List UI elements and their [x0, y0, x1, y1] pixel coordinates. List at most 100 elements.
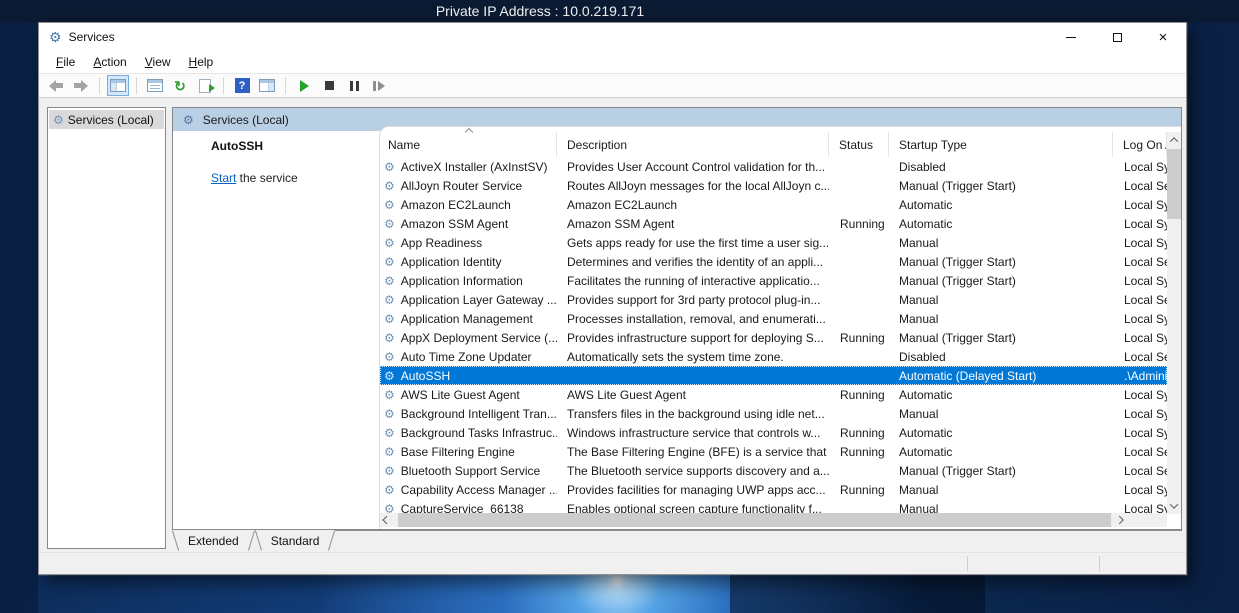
column-header-status[interactable]: Status	[829, 132, 889, 157]
service-name-cell: ⚙ Bluetooth Support Service	[380, 464, 557, 478]
scroll-up-button[interactable]	[1167, 132, 1181, 148]
service-row[interactable]: ⚙ Capability Access Manager ... Provides…	[380, 480, 1167, 499]
minimize-button[interactable]	[1048, 23, 1094, 51]
service-name-cell: ⚙ Background Tasks Infrastruc...	[380, 426, 557, 440]
pause-service-button[interactable]	[343, 75, 365, 96]
stop-icon	[325, 81, 334, 90]
private-ip-label: Private IP Address : 10.0.219.171	[436, 3, 644, 19]
start-service-button[interactable]	[293, 75, 315, 96]
service-log-on-as: Local Sys	[1113, 407, 1167, 421]
close-button[interactable]: ×	[1140, 23, 1186, 51]
horizontal-scrollbar-thumb[interactable]	[398, 513, 1111, 527]
menu-help[interactable]: Help	[180, 52, 223, 72]
column-header-name[interactable]: Name	[380, 132, 557, 157]
service-gear-icon: ⚙	[384, 370, 395, 382]
scroll-left-button[interactable]	[380, 513, 396, 527]
service-row[interactable]: ⚙ CaptureService_66138 Enables optional …	[380, 499, 1167, 514]
service-row[interactable]: ⚙ Background Intelligent Tran... Transfe…	[380, 404, 1167, 423]
refresh-button[interactable]: ↻	[169, 75, 191, 96]
service-name-cell: ⚙ AutoSSH	[380, 369, 557, 383]
service-row[interactable]: ⚙ Amazon EC2Launch Amazon EC2Launch Auto…	[380, 195, 1167, 214]
service-gear-icon: ⚙	[384, 332, 395, 344]
service-log-on-as: Local Sys	[1113, 198, 1167, 212]
service-row[interactable]: ⚙ Application Layer Gateway ... Provides…	[380, 290, 1167, 309]
status-bar	[39, 552, 1186, 574]
service-log-on-as: Local Ser	[1113, 293, 1167, 307]
console-tree-icon	[110, 79, 126, 92]
show-console-tree-button[interactable]	[107, 75, 129, 96]
service-row[interactable]: ⚙ Auto Time Zone Updater Automatically s…	[380, 347, 1167, 366]
window-controls: ×	[1048, 23, 1186, 51]
service-gear-icon: ⚙	[384, 465, 395, 477]
vertical-scrollbar[interactable]	[1167, 132, 1181, 514]
service-name: Amazon EC2Launch	[401, 198, 511, 212]
service-name-cell: ⚙ Amazon SSM Agent	[380, 217, 557, 231]
service-log-on-as: Local Ser	[1113, 255, 1167, 269]
service-row[interactable]: ⚙ Base Filtering Engine The Base Filteri…	[380, 442, 1167, 461]
service-description: Amazon EC2Launch	[557, 198, 829, 212]
export-list-button[interactable]	[194, 75, 216, 96]
properties-button[interactable]	[144, 75, 166, 96]
service-description: The Bluetooth service supports discovery…	[557, 464, 829, 478]
scroll-down-button[interactable]	[1167, 498, 1181, 514]
stop-service-button[interactable]	[318, 75, 340, 96]
tab-extended[interactable]: Extended	[172, 530, 255, 552]
service-name: AutoSSH	[401, 369, 450, 383]
service-description: Routes AllJoyn messages for the local Al…	[557, 179, 829, 193]
service-gear-icon: ⚙	[384, 389, 395, 401]
forward-button[interactable]	[70, 75, 92, 96]
title-bar: ⚙ Services ×	[39, 23, 1186, 51]
service-name: Base Filtering Engine	[401, 445, 515, 459]
service-row[interactable]: ⚙ Application Identity Determines and ve…	[380, 252, 1167, 271]
menu-action[interactable]: Action	[84, 52, 135, 72]
service-gear-icon: ⚙	[384, 161, 395, 173]
column-header-description[interactable]: Description	[557, 132, 829, 157]
show-action-pane-button[interactable]	[256, 75, 278, 96]
vertical-scrollbar-thumb[interactable]	[1167, 149, 1181, 219]
service-name-cell: ⚙ Auto Time Zone Updater	[380, 350, 557, 364]
service-row[interactable]: ⚙ AWS Lite Guest Agent AWS Lite Guest Ag…	[380, 385, 1167, 404]
service-name: Capability Access Manager ...	[401, 483, 557, 497]
service-row[interactable]: ⚙ Background Tasks Infrastruc... Windows…	[380, 423, 1167, 442]
tab-standard[interactable]: Standard	[255, 530, 336, 552]
column-header-log-on-as[interactable]: Log On A	[1113, 132, 1167, 157]
menu-file[interactable]: File	[47, 52, 84, 72]
status-bar-separator	[967, 556, 968, 571]
start-service-link[interactable]: Start	[211, 171, 236, 185]
column-header-startup-type[interactable]: Startup Type	[889, 132, 1113, 157]
menu-bar: File Action View Help	[39, 51, 1186, 73]
forward-arrow-icon	[74, 80, 88, 92]
service-row[interactable]: ⚙ Amazon SSM Agent Amazon SSM Agent Runn…	[380, 214, 1167, 233]
help-button[interactable]: ?	[231, 75, 253, 96]
scroll-right-button[interactable]	[1113, 513, 1129, 527]
service-row[interactable]: ⚙ Application Management Processes insta…	[380, 309, 1167, 328]
back-button[interactable]	[45, 75, 67, 96]
service-gear-icon: ⚙	[384, 408, 395, 420]
chevron-up-icon	[1170, 137, 1178, 145]
service-description: Windows infrastructure service that cont…	[557, 426, 829, 440]
pause-icon	[350, 81, 359, 91]
service-row[interactable]: ⚙ ActiveX Installer (AxInstSV) Provides …	[380, 157, 1167, 176]
tree-item-services-local[interactable]: ⚙ Services (Local)	[49, 110, 164, 129]
service-log-on-as: .\Adminis	[1113, 369, 1167, 383]
service-row[interactable]: ⚙ AutoSSH Automatic (Delayed Start) .\Ad…	[380, 366, 1167, 385]
service-description: Amazon SSM Agent	[557, 217, 829, 231]
service-row[interactable]: ⚙ App Readiness Gets apps ready for use …	[380, 233, 1167, 252]
service-name-cell: ⚙ Capability Access Manager ...	[380, 483, 557, 497]
service-row[interactable]: ⚙ Bluetooth Support Service The Bluetoot…	[380, 461, 1167, 480]
maximize-button[interactable]	[1094, 23, 1140, 51]
service-row[interactable]: ⚙ AppX Deployment Service (... Provides …	[380, 328, 1167, 347]
properties-icon	[147, 79, 163, 92]
service-row[interactable]: ⚙ Application Information Facilitates th…	[380, 271, 1167, 290]
status-bar-separator	[1099, 556, 1100, 571]
restart-icon	[373, 81, 385, 91]
services-window: ⚙ Services × File Action View Help ↻ ?	[38, 22, 1187, 575]
service-log-on-as: Local Ser	[1113, 445, 1167, 459]
menu-view[interactable]: View	[136, 52, 180, 72]
service-row[interactable]: ⚙ AllJoyn Router Service Routes AllJoyn …	[380, 176, 1167, 195]
toolbar-separator	[99, 77, 100, 94]
services-gear-icon: ⚙	[49, 30, 62, 44]
horizontal-scrollbar[interactable]	[380, 513, 1167, 527]
restart-service-button[interactable]	[368, 75, 390, 96]
console-tree-panel: ⚙ Services (Local)	[47, 107, 166, 549]
